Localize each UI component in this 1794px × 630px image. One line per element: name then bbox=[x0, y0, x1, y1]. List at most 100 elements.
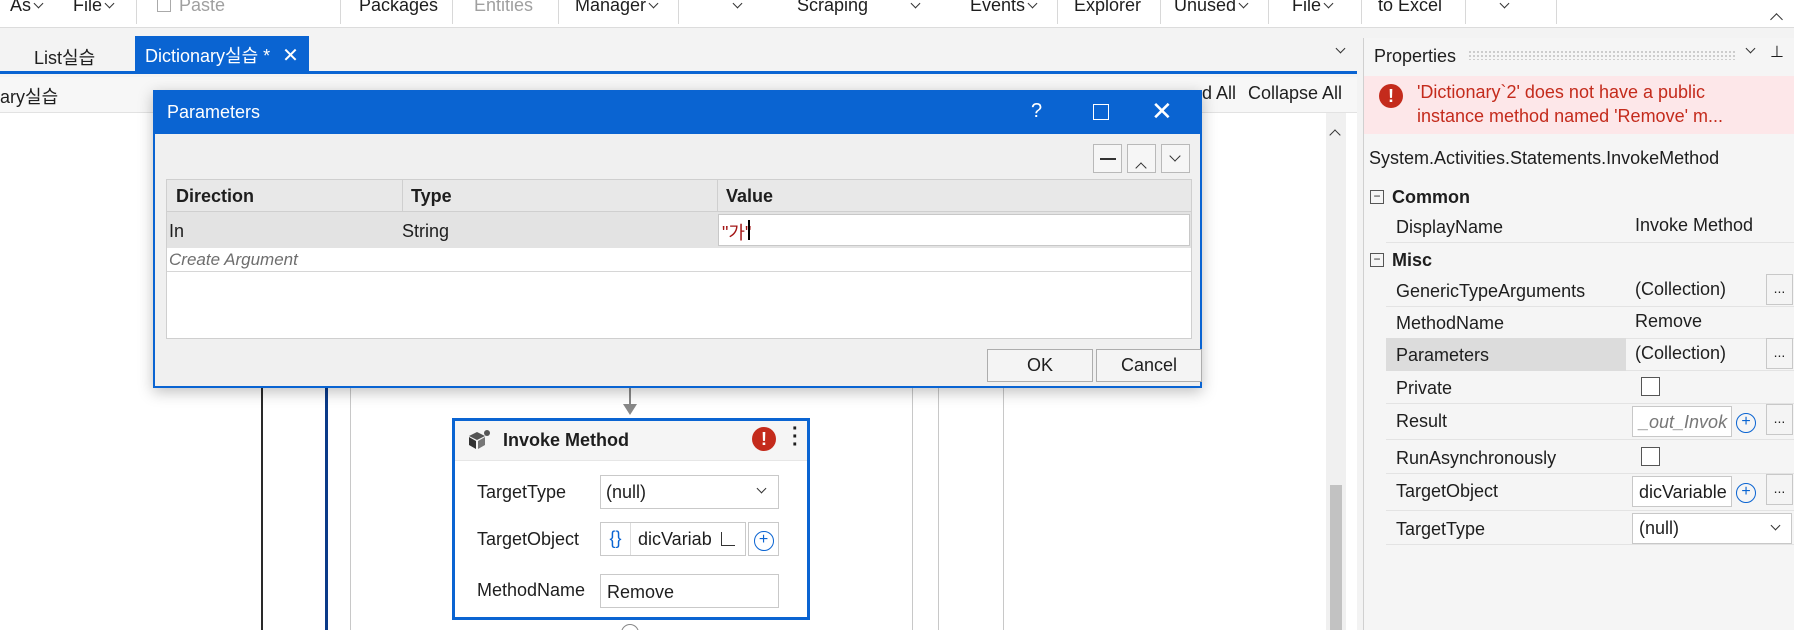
row-type[interactable]: String bbox=[402, 221, 449, 242]
ribbon-entities-button[interactable]: Entities bbox=[474, 0, 533, 16]
ribbon-file-button[interactable]: File bbox=[1292, 0, 1334, 16]
container-border bbox=[1003, 388, 1004, 630]
breadcrumb[interactable]: ary실습 bbox=[0, 83, 58, 109]
close-icon[interactable]: ✕ bbox=[1151, 96, 1173, 127]
ribbon-divider bbox=[1057, 0, 1058, 24]
prop-row-method-name[interactable]: MethodName Remove bbox=[1386, 306, 1794, 339]
panel-grip[interactable] bbox=[1468, 50, 1736, 60]
ribbon-export-to-excel-button[interactable]: to Excel bbox=[1378, 0, 1442, 16]
ribbon-events-button[interactable]: Events bbox=[970, 0, 1038, 16]
cancel-button[interactable]: Cancel bbox=[1096, 349, 1202, 382]
close-tab-icon[interactable]: ✕ bbox=[282, 45, 299, 67]
ribbon-export-file-button[interactable]: File bbox=[73, 0, 115, 16]
tab-dictionary-practice[interactable]: Dictionary실습 * ✕ bbox=[135, 36, 309, 71]
error-icon: ! bbox=[1379, 84, 1403, 108]
row-direction[interactable]: In bbox=[169, 221, 184, 242]
prop-row-run-asynchronously[interactable]: RunAsynchronously bbox=[1386, 441, 1794, 474]
target-object-input[interactable]: dicVariable bbox=[1632, 476, 1732, 507]
ribbon-paste-button[interactable]: Paste bbox=[157, 0, 225, 16]
dialog-title: Parameters bbox=[167, 102, 261, 122]
maximize-icon[interactable] bbox=[1093, 104, 1109, 120]
designer-scrollbar[interactable] bbox=[1326, 113, 1346, 630]
prop-row-target-type[interactable]: TargetType (null) bbox=[1386, 512, 1794, 545]
collapse-all-link[interactable]: Collapse All bbox=[1248, 83, 1342, 104]
column-header-type[interactable]: Type bbox=[411, 186, 452, 207]
ribbon-divider bbox=[1268, 0, 1269, 24]
error-icon[interactable]: ! bbox=[752, 427, 776, 451]
create-variable-button[interactable]: + bbox=[1736, 410, 1756, 433]
invoke-method-icon bbox=[469, 430, 490, 449]
container-border bbox=[912, 388, 913, 630]
flow-connector bbox=[325, 388, 328, 630]
move-down-button[interactable] bbox=[1161, 144, 1190, 173]
ribbon-divider bbox=[558, 0, 559, 24]
properties-title: Properties bbox=[1374, 46, 1457, 66]
text-cursor bbox=[748, 220, 750, 240]
scroll-up-icon[interactable] bbox=[1329, 123, 1341, 145]
tab-label: Dictionary실습 * bbox=[145, 46, 271, 66]
prop-row-display-name[interactable]: DisplayName Invoke Method bbox=[1386, 210, 1794, 243]
result-ellipsis-button[interactable]: ... bbox=[1766, 404, 1793, 435]
scrollbar-thumb[interactable] bbox=[1330, 485, 1342, 630]
collapse-section-icon[interactable]: − bbox=[1370, 253, 1384, 267]
method-name-input[interactable]: Remove bbox=[600, 574, 779, 608]
ok-button[interactable]: OK bbox=[987, 349, 1093, 382]
display-name-input[interactable]: Invoke Method bbox=[1635, 215, 1753, 236]
chevron-down-icon bbox=[1169, 148, 1181, 170]
panel-options-chevron-icon[interactable] bbox=[1745, 40, 1756, 62]
invoke-method-activity[interactable]: Invoke Method ! · · · TargetType (null) Ta… bbox=[452, 418, 810, 620]
plus-circle-icon: + bbox=[1736, 483, 1756, 503]
target-object-ellipsis-button[interactable]: ... bbox=[1766, 474, 1793, 505]
section-misc[interactable]: − Misc bbox=[1364, 247, 1794, 277]
ribbon-save-as-button[interactable]: As bbox=[10, 0, 44, 16]
create-argument-row[interactable]: Create Argument bbox=[167, 248, 1191, 272]
ribbon-explorer-button[interactable]: Explorer bbox=[1074, 0, 1141, 16]
table-row[interactable]: In String "가" bbox=[167, 212, 1191, 248]
target-type-select[interactable]: (null) bbox=[600, 475, 779, 509]
more-options-icon[interactable]: · · · bbox=[792, 419, 799, 455]
ribbon-dropdown-button[interactable] bbox=[730, 0, 743, 16]
column-header-value[interactable]: Value bbox=[726, 186, 773, 207]
ribbon-more-dropdown[interactable] bbox=[1497, 0, 1510, 16]
run-asynchronously-checkbox[interactable] bbox=[1641, 447, 1660, 466]
help-button[interactable]: ? bbox=[1031, 100, 1042, 123]
prop-row-parameters[interactable]: Parameters (Collection) ... bbox=[1386, 338, 1794, 371]
tab-list-practice[interactable]: List실습 bbox=[24, 38, 105, 71]
private-checkbox[interactable] bbox=[1641, 377, 1660, 396]
result-input[interactable]: _out_Invok bbox=[1632, 406, 1732, 437]
expression-braces-icon[interactable]: {} bbox=[601, 523, 631, 555]
create-variable-button[interactable]: + bbox=[1736, 480, 1756, 503]
collapse-ribbon-icon[interactable] bbox=[1770, 8, 1783, 30]
ribbon-manager-button[interactable]: Manager bbox=[575, 0, 659, 16]
ribbon-packages-button[interactable]: Packages bbox=[359, 0, 438, 16]
edit-parameters-button[interactable]: ... bbox=[1766, 338, 1793, 369]
ribbon-divider bbox=[136, 0, 137, 24]
remove-argument-button[interactable] bbox=[1093, 144, 1122, 173]
ribbon-scraping-dropdown[interactable] bbox=[908, 0, 921, 16]
sequence-border bbox=[261, 388, 263, 630]
target-type-select[interactable]: (null) bbox=[1632, 513, 1792, 544]
prop-row-result[interactable]: _out_Invok Result + ... bbox=[1386, 404, 1794, 440]
collapse-section-icon[interactable]: − bbox=[1370, 190, 1384, 204]
column-header-direction[interactable]: Direction bbox=[176, 186, 254, 207]
edit-collection-button[interactable]: ... bbox=[1766, 274, 1793, 305]
expand-all-link[interactable]: d All bbox=[1202, 83, 1236, 104]
container-border bbox=[350, 388, 351, 630]
create-argument-placeholder[interactable]: Create Argument bbox=[169, 250, 298, 270]
prop-row-generic-type-arguments[interactable]: GenericTypeArguments (Collection) ... bbox=[1386, 274, 1794, 307]
move-up-button[interactable] bbox=[1127, 144, 1156, 174]
tab-overflow-chevron-icon[interactable] bbox=[1333, 40, 1346, 62]
ribbon-remove-unused-button[interactable]: Unused bbox=[1174, 0, 1249, 16]
error-message-line1: 'Dictionary`2' does not have a public bbox=[1417, 82, 1706, 102]
method-name-input[interactable]: Remove bbox=[1635, 311, 1702, 332]
target-object-field[interactable]: {} dicVariab bbox=[600, 522, 746, 556]
ribbon-scraping-button[interactable]: Scraping bbox=[797, 0, 868, 16]
value-expression-input[interactable]: "가" bbox=[718, 214, 1190, 246]
prop-row-target-object[interactable]: TargetObject dicVariable + ... bbox=[1386, 474, 1794, 511]
expand-editor-icon[interactable] bbox=[721, 532, 735, 546]
ribbon-divider bbox=[678, 0, 679, 24]
create-variable-button[interactable]: + bbox=[748, 522, 779, 556]
pin-icon[interactable]: ⊥ bbox=[1770, 42, 1784, 62]
prop-row-private[interactable]: Private bbox=[1386, 371, 1794, 404]
chevron-down-icon bbox=[1770, 517, 1781, 539]
